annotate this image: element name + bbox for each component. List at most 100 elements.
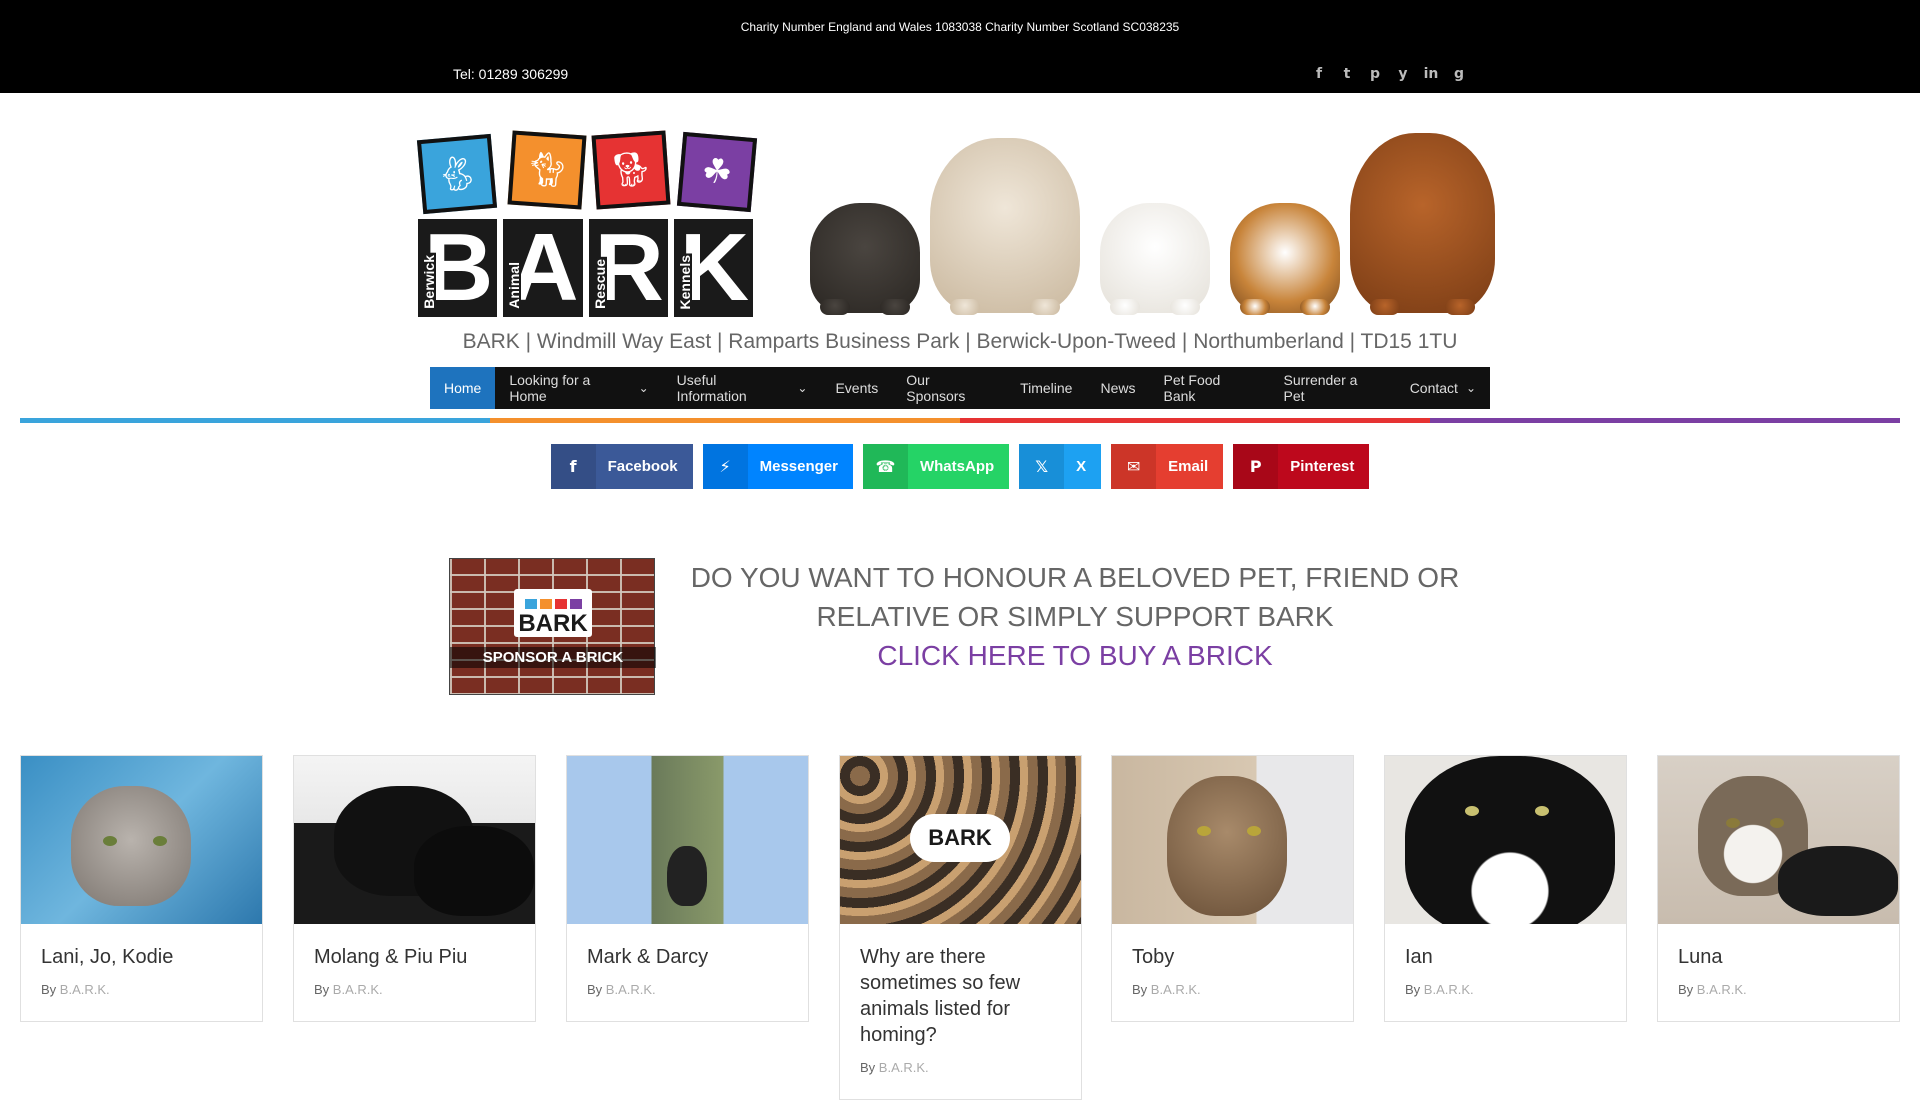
westie-dog — [1100, 203, 1210, 315]
yelp-icon[interactable]: y — [1394, 65, 1412, 83]
share-email-button[interactable]: ✉ Email — [1111, 444, 1224, 489]
buy-brick-link[interactable]: CLICK HERE TO BUY A BRICK — [690, 636, 1460, 675]
x-icon: 𝕏 — [1019, 444, 1065, 489]
chevron-down-icon: ⌄ — [797, 381, 808, 395]
nav-item-contact[interactable]: Contact ⌄ — [1396, 367, 1490, 409]
bark-logo[interactable]: 🐇︎ 🐈︎ 🐕︎ ☘ B Berwick A Animal R Rescue K Ken… — [416, 127, 758, 317]
messenger-icon: ⚡︎ — [702, 444, 748, 489]
nav-item-useful-information[interactable]: Useful Information ⌄ — [663, 367, 822, 409]
share-messenger-button[interactable]: ⚡︎ Messenger — [702, 444, 853, 489]
chevron-down-icon: ⌄ — [1465, 381, 1476, 395]
post-author[interactable]: B.A.R.K. — [1697, 982, 1747, 997]
by-label: By — [1678, 982, 1694, 997]
brick-bark-logo: BARK — [514, 589, 592, 637]
post-title[interactable]: Molang & Piu Piu — [294, 924, 535, 970]
by-label: By — [1132, 982, 1148, 997]
nav-label: Useful Information — [676, 372, 747, 404]
nav-item-pet-food-bank[interactable]: Pet Food Bank — [1149, 367, 1269, 409]
nav-item-our-sponsors[interactable]: Our Sponsors — [892, 367, 1006, 409]
share-facebook-button[interactable]: f Facebook — [550, 444, 693, 489]
logo-word: B Berwick A Animal R Rescue K Kennels — [418, 219, 753, 317]
divider-segment — [20, 418, 490, 423]
by-label: By — [860, 1060, 876, 1075]
nav-item-surrender-a-pet[interactable]: Surrender a Pet — [1270, 367, 1396, 409]
share-label: Email — [1168, 458, 1209, 475]
post-thumbnail[interactable]: BARK — [840, 756, 1081, 924]
nav-item-looking-for-a-home[interactable]: Looking for a Home ⌄ — [495, 367, 662, 409]
post-author[interactable]: B.A.R.K. — [60, 982, 110, 997]
share-label: Facebook — [607, 458, 678, 475]
chevron-down-icon: ⌄ — [638, 381, 649, 395]
share-pinterest-button[interactable]: P Pinterest — [1233, 444, 1370, 489]
post-title[interactable]: Why are there sometimes so few animals l… — [840, 924, 1081, 1048]
share-buttons: f Facebook ⚡︎ Messenger ☎ WhatsApp 𝕏 X ✉… — [0, 444, 1920, 489]
post-title[interactable]: Luna — [1658, 924, 1899, 970]
post-thumbnail[interactable] — [1385, 756, 1626, 924]
nav-item-news[interactable]: News — [1086, 367, 1149, 409]
dog-tile: 🐕︎ — [591, 130, 671, 210]
linkedin-icon[interactable]: in — [1422, 65, 1440, 83]
promo-line: RELATIVE OR SIMPLY SUPPORT BARK — [816, 601, 1334, 632]
nav-label: Contact — [1409, 380, 1458, 396]
post-card[interactable]: Lani, Jo, Kodie By B.A.R.K. — [20, 755, 263, 1022]
paw-tile: ☘ — [676, 131, 758, 213]
cat-icon: 🐈︎ — [524, 148, 570, 192]
post-thumbnail[interactable] — [567, 756, 808, 924]
divider-segment — [960, 418, 1430, 423]
post-author[interactable]: B.A.R.K. — [879, 1060, 929, 1075]
post-card[interactable]: Ian By B.A.R.K. — [1384, 755, 1627, 1022]
by-label: By — [587, 982, 603, 997]
post-title[interactable]: Lani, Jo, Kodie — [21, 924, 262, 970]
brick-caption: SPONSOR A BRICK — [450, 647, 656, 668]
address: BARK | Windmill Way East | Ramparts Busi… — [462, 330, 1458, 353]
share-label: Pinterest — [1290, 458, 1355, 475]
share-label: WhatsApp — [919, 458, 995, 475]
post-thumbnail[interactable] — [294, 756, 535, 924]
nav-label: Surrender a Pet — [1283, 372, 1358, 404]
by-label: By — [314, 982, 330, 997]
post-title[interactable]: Ian — [1385, 924, 1626, 970]
nav-label: Events — [835, 380, 879, 396]
telephone[interactable]: Tel: 01289 306299 — [453, 66, 568, 82]
post-card[interactable]: BARK Why are there sometimes so few anim… — [839, 755, 1082, 1100]
top-bar: Charity Number England and Wales 1083038… — [0, 0, 1920, 93]
google-plus-icon[interactable]: g — [1450, 65, 1468, 83]
cat-tile: 🐈︎ — [507, 130, 587, 210]
logo-sub: Animal — [506, 260, 523, 311]
post-card[interactable]: Molang & Piu Piu By B.A.R.K. — [293, 755, 536, 1022]
nav-item-timeline[interactable]: Timeline — [1006, 367, 1086, 409]
facebook-icon: f — [550, 444, 596, 489]
main-nav: Home Looking for a Home ⌄ Useful Informat… — [430, 367, 1490, 409]
bearded-collie-dog — [930, 138, 1080, 315]
rabbit-tile: 🐇︎ — [416, 133, 498, 215]
nav-label: Pet Food Bank — [1163, 372, 1221, 404]
nav-label: Timeline — [1020, 380, 1073, 396]
twitter-icon[interactable]: t — [1338, 65, 1356, 83]
post-thumbnail[interactable] — [1658, 756, 1899, 924]
share-x-button[interactable]: 𝕏 X — [1019, 444, 1102, 489]
post-author[interactable]: B.A.R.K. — [1151, 982, 1201, 997]
post-card[interactable]: Mark & Darcy By B.A.R.K. — [566, 755, 809, 1022]
post-card[interactable]: Toby By B.A.R.K. — [1111, 755, 1354, 1022]
charity-number: Charity Number England and Wales 1083038… — [740, 20, 1180, 34]
rabbit-icon: 🐇︎ — [433, 152, 481, 196]
nav-label: Home — [444, 380, 482, 396]
post-author[interactable]: B.A.R.K. — [606, 982, 656, 997]
nav-item-home[interactable]: Home — [430, 367, 496, 409]
share-label: X — [1076, 458, 1087, 475]
post-author[interactable]: B.A.R.K. — [333, 982, 383, 997]
post-card[interactable]: Luna By B.A.R.K. — [1657, 755, 1900, 1022]
logo-sub: Kennels — [676, 252, 693, 311]
post-title[interactable]: Mark & Darcy — [567, 924, 808, 970]
post-thumbnail[interactable] — [1112, 756, 1353, 924]
post-title[interactable]: Toby — [1112, 924, 1353, 970]
by-label: By — [1405, 982, 1421, 997]
post-thumbnail[interactable] — [21, 756, 262, 924]
pinterest-icon[interactable]: p — [1366, 65, 1384, 83]
dogs-banner-image — [800, 133, 1500, 315]
share-whatsapp-button[interactable]: ☎ WhatsApp — [862, 444, 1010, 489]
facebook-icon[interactable]: f — [1310, 65, 1328, 83]
sponsor-brick-image[interactable]: BARK SPONSOR A BRICK — [449, 558, 656, 695]
post-author[interactable]: B.A.R.K. — [1424, 982, 1474, 997]
nav-item-events[interactable]: Events — [821, 367, 892, 409]
